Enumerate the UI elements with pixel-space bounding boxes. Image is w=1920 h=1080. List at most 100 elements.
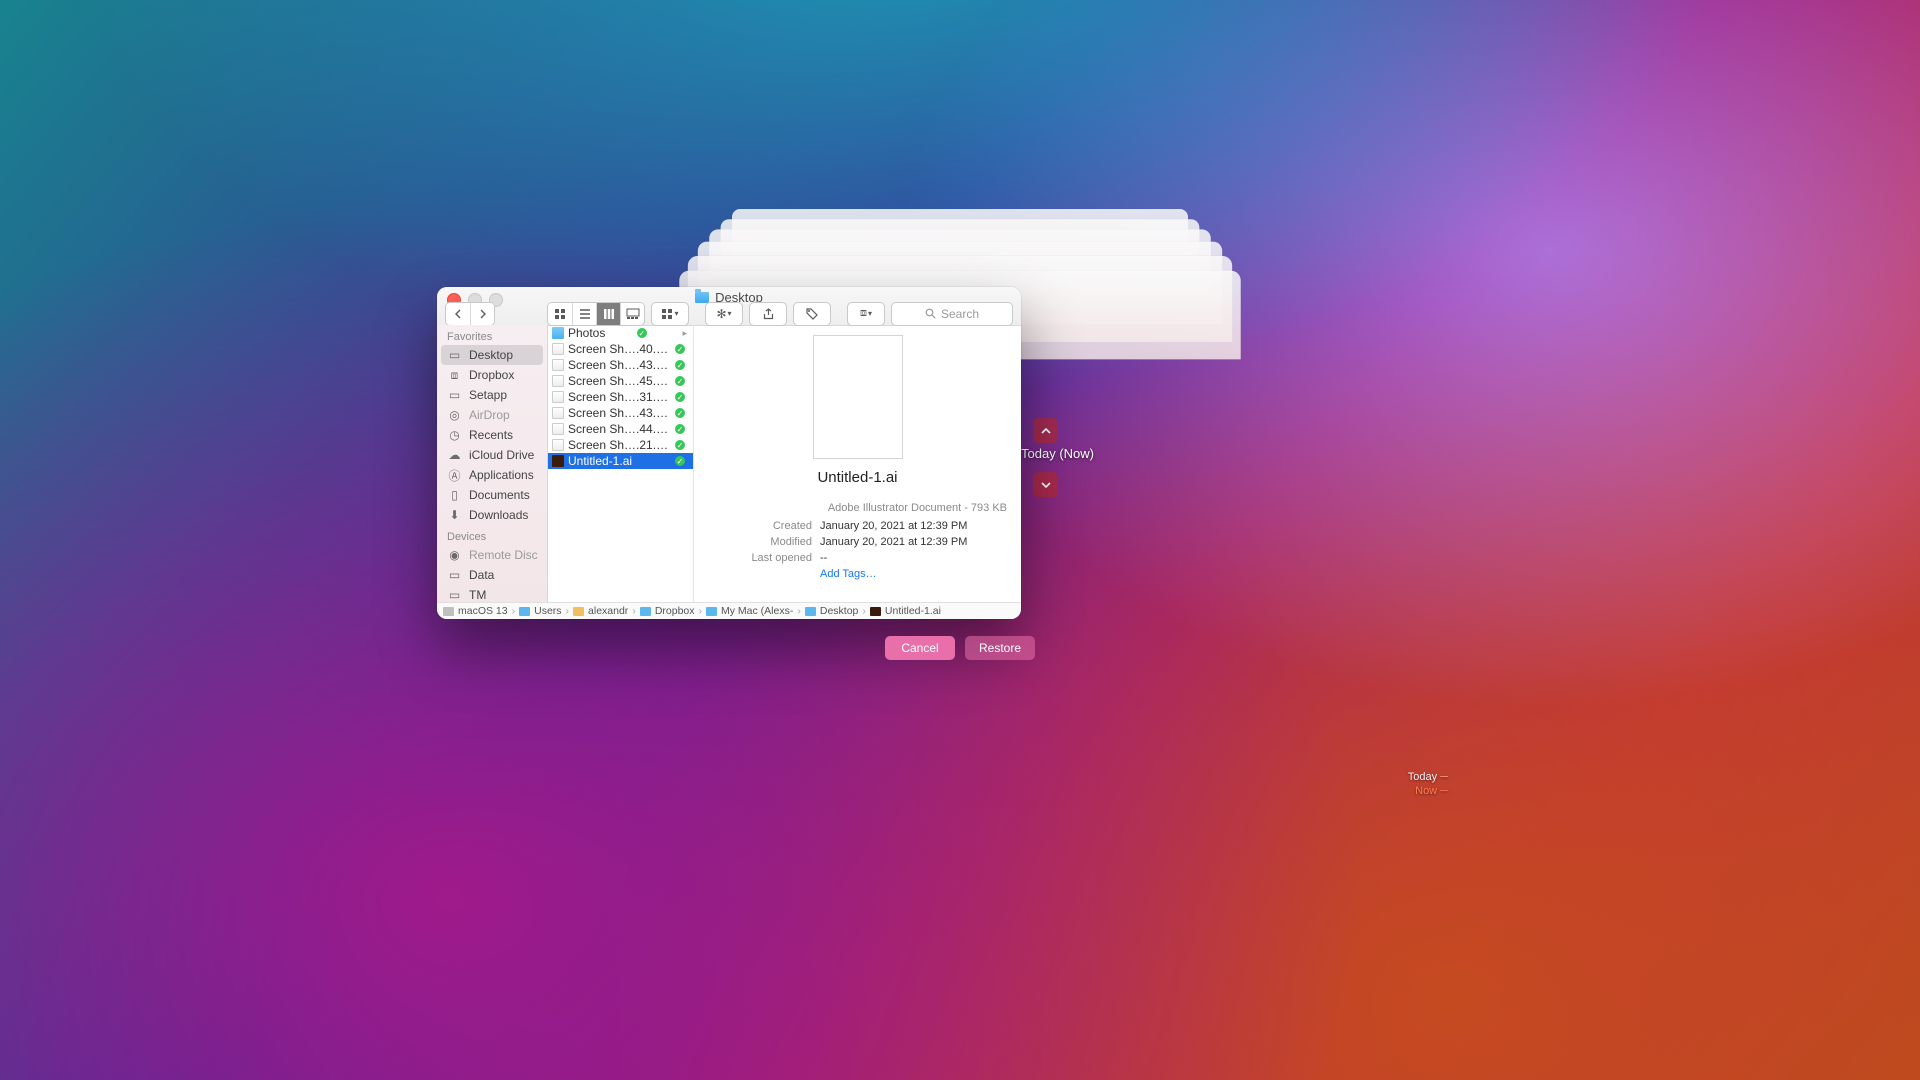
sidebar-item-applications[interactable]: Ⓐ Applications: [437, 465, 547, 485]
sync-icon: [675, 376, 685, 386]
download-icon: ⬇: [447, 508, 462, 522]
preview-lastopened-label: Last opened: [708, 550, 812, 566]
ai-file-icon: [552, 455, 564, 467]
finder-window: Desktop ▾ ✻▾ ⧈▾ Search: [437, 287, 1021, 619]
file-row[interactable]: Screen Sh….45.59 PM: [548, 373, 693, 389]
path-segment[interactable]: Untitled-1.ai: [885, 605, 941, 617]
timeline-up-button[interactable]: [1033, 418, 1058, 443]
timeline-scale: Today ─ Now ─: [1408, 770, 1448, 798]
folder-icon: [695, 292, 709, 303]
file-name: Screen Sh….31.08 PM: [568, 390, 670, 404]
sync-icon: [675, 392, 685, 402]
forward-button[interactable]: [470, 303, 494, 325]
action-button[interactable]: ✻▾: [705, 302, 743, 326]
preview-modified-label: Modified: [708, 534, 812, 550]
hd-icon: ▭: [447, 568, 462, 582]
image-icon: [552, 343, 564, 355]
sidebar-item-setapp[interactable]: ▭Setapp: [437, 385, 547, 405]
preview-created-value: January 20, 2021 at 12:39 PM: [820, 518, 967, 534]
sidebar-item-label: AirDrop: [469, 408, 510, 422]
sidebar-item-remote-disc[interactable]: ◉Remote Disc: [437, 545, 547, 565]
sidebar-item-label: Downloads: [469, 508, 528, 522]
file-row[interactable]: Screen Sh….43.42 PM: [548, 405, 693, 421]
sync-icon: [675, 344, 685, 354]
chevron-right-icon: ›: [699, 605, 703, 617]
back-button[interactable]: [446, 303, 470, 325]
file-row[interactable]: Screen Sh….31.08 PM: [548, 389, 693, 405]
chevron-right-icon: ›: [797, 605, 801, 617]
sidebar-item-label: Dropbox: [469, 368, 514, 382]
path-segment[interactable]: alexandr: [588, 605, 628, 617]
view-icons-button[interactable]: [548, 303, 572, 325]
sidebar-item-documents[interactable]: ▯Documents: [437, 485, 547, 505]
apps-icon: Ⓐ: [447, 468, 462, 482]
sidebar-section-favorites: Favorites: [437, 325, 547, 345]
chevron-right-icon: ›: [566, 605, 570, 617]
preview-modified-value: January 20, 2021 at 12:39 PM: [820, 534, 967, 550]
view-columns-button[interactable]: [596, 303, 620, 325]
file-row-selected[interactable]: Untitled-1.ai: [548, 453, 693, 469]
dropbox-button[interactable]: ⧈▾: [847, 302, 885, 326]
sidebar-item-label: TM: [469, 588, 486, 602]
ai-file-icon: [870, 607, 881, 616]
preview-kind: Adobe Illustrator Document - 793 KB: [708, 502, 1007, 514]
view-list-button[interactable]: [572, 303, 596, 325]
hd-icon: [443, 607, 454, 616]
sidebar-item-recents[interactable]: ◷Recents: [437, 425, 547, 445]
sidebar-item-label: iCloud Drive: [469, 448, 534, 462]
file-name: Screen Sh….43.42 PM: [568, 406, 670, 420]
sidebar-item-dropbox[interactable]: ⧈ Dropbox: [437, 365, 547, 385]
file-row[interactable]: Screen Sh….40.05 PM: [548, 341, 693, 357]
restore-button[interactable]: Restore: [965, 636, 1035, 660]
file-row-photos[interactable]: Photos▸: [548, 325, 693, 341]
path-segment[interactable]: Dropbox: [655, 605, 695, 617]
home-icon: [573, 607, 584, 616]
search-field[interactable]: Search: [891, 302, 1013, 326]
group-button[interactable]: ▾: [651, 302, 689, 326]
sidebar-item-label: Applications: [469, 468, 534, 482]
sidebar-item-data[interactable]: ▭Data: [437, 565, 547, 585]
file-name: Screen Sh….40.05 PM: [568, 342, 670, 356]
sidebar-section-devices: Devices: [437, 525, 547, 545]
view-gallery-button[interactable]: [620, 303, 644, 325]
path-bar: macOS 13 › Users › alexandr › Dropbox › My M…: [437, 602, 1021, 619]
path-segment[interactable]: Users: [534, 605, 561, 617]
file-row[interactable]: Screen Sh….44.13 PM: [548, 421, 693, 437]
image-icon: [552, 439, 564, 451]
sidebar-item-icloud[interactable]: ☁ iCloud Drive: [437, 445, 547, 465]
file-row[interactable]: Screen Sh….43.54 PM: [548, 357, 693, 373]
sync-icon: [675, 408, 685, 418]
sidebar-item-airdrop[interactable]: ◎AirDrop: [437, 405, 547, 425]
chevron-right-icon: ›: [512, 605, 516, 617]
sidebar-item-label: Desktop: [469, 348, 513, 362]
sidebar: Favorites ▭ Desktop ⧈ Dropbox ▭Setapp ◎Air…: [437, 325, 548, 603]
cancel-button[interactable]: Cancel: [885, 636, 955, 660]
sync-icon: [637, 328, 647, 338]
cloud-icon: ☁: [447, 448, 462, 462]
add-tags-link[interactable]: Add Tags…: [820, 568, 1007, 580]
folder-icon: [640, 607, 651, 616]
file-name: Photos: [568, 326, 605, 340]
sidebar-item-tm[interactable]: ▭TM: [437, 585, 547, 603]
path-segment[interactable]: Desktop: [820, 605, 859, 617]
share-button[interactable]: [749, 302, 787, 326]
folder-icon: [519, 607, 530, 616]
preview-lastopened-value: --: [820, 550, 827, 566]
sidebar-item-label: Remote Disc: [469, 548, 538, 562]
dropbox-icon: ⧈: [447, 368, 462, 382]
path-segment[interactable]: My Mac (Alexs-: [721, 605, 793, 617]
timeline-down-button[interactable]: [1033, 472, 1058, 497]
path-segment[interactable]: macOS 13: [458, 605, 508, 617]
file-row[interactable]: Screen Sh….21.46 PM: [548, 437, 693, 453]
folder-icon: ▭: [447, 348, 462, 362]
folder-icon: [805, 607, 816, 616]
image-icon: [552, 407, 564, 419]
file-name: Screen Sh….21.46 PM: [568, 438, 670, 452]
toolbar: ▾ ✻▾ ⧈▾ Search: [445, 305, 1013, 322]
doc-icon: ▯: [447, 488, 462, 502]
timeline-current-label: Today (Now): [1021, 446, 1094, 461]
search-icon: [925, 308, 936, 319]
tags-button[interactable]: [793, 302, 831, 326]
sidebar-item-desktop[interactable]: ▭ Desktop: [441, 345, 543, 365]
sidebar-item-downloads[interactable]: ⬇ Downloads: [437, 505, 547, 525]
